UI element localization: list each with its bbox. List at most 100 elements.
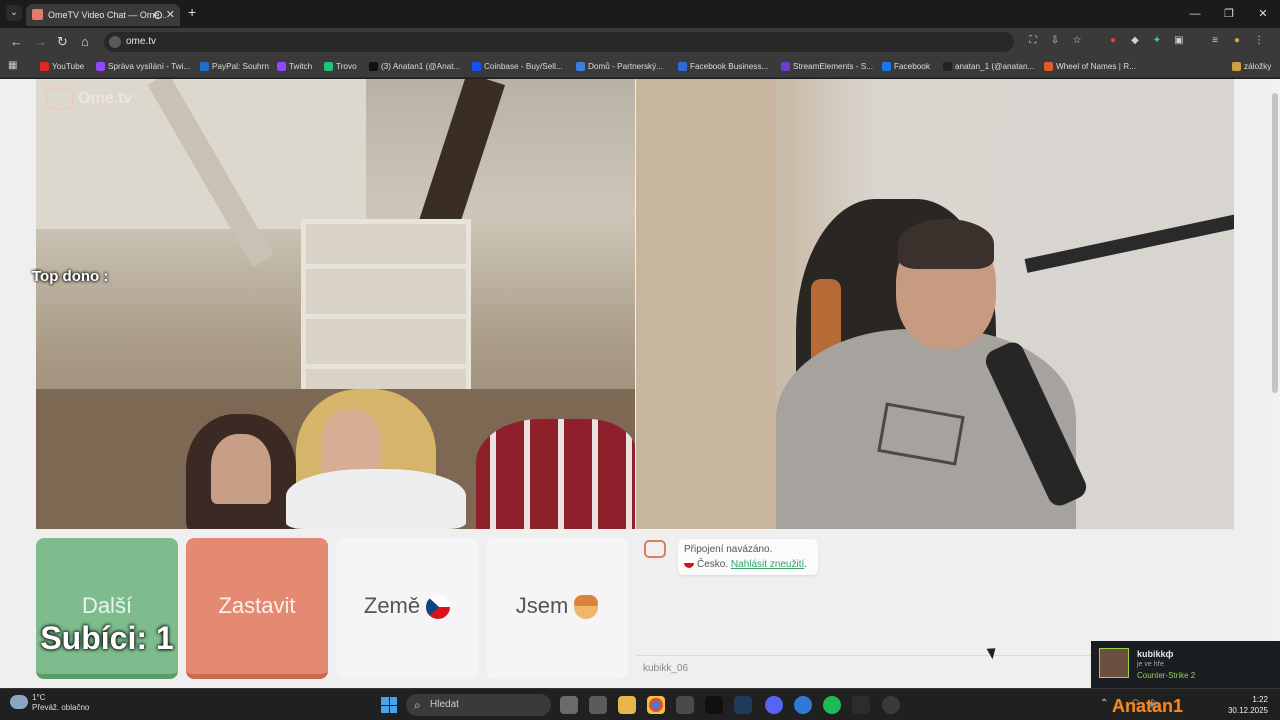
bookmark-trovo[interactable]: Trovo bbox=[324, 56, 357, 78]
terminal-icon[interactable] bbox=[705, 696, 723, 714]
chat-username: kubikk_06 bbox=[643, 663, 689, 674]
clock-date: 30.12.2025 bbox=[1227, 706, 1268, 715]
friend-game: Counter-Strike 2 bbox=[1137, 671, 1196, 680]
bookmark-partner[interactable]: Domů - Partnerský... bbox=[576, 56, 663, 78]
epic-games-icon[interactable] bbox=[852, 696, 870, 714]
file-explorer-icon[interactable] bbox=[618, 696, 636, 714]
taskbar-search[interactable]: Hledat bbox=[406, 694, 551, 716]
bookmark-facebook[interactable]: Facebook bbox=[882, 56, 930, 78]
streamer-watermark: Anatan1 bbox=[1112, 696, 1184, 716]
report-abuse-link[interactable]: Nahlásit zneužití bbox=[731, 559, 804, 570]
translate-icon[interactable]: ⛶ bbox=[1026, 34, 1040, 48]
tab-ometv[interactable]: OmeTV Video Chat — Ome... ✕ bbox=[26, 4, 180, 26]
address-bar-row: ← → ↻ ⌂ ome.tv ⛶ ⇩ ☆ ● ◆ ✦ ▣ ≡ ● ⋮ bbox=[0, 28, 1280, 56]
bookmark-threads[interactable]: anatan_1 (@anatan... bbox=[943, 56, 1034, 78]
game-notification[interactable]: kubikkф je ve hře Counter-Strike 2 bbox=[1091, 641, 1280, 688]
url-field[interactable]: ome.tv bbox=[104, 32, 1014, 52]
connected-text: Připojení navázáno. bbox=[684, 544, 773, 555]
recording-icon bbox=[154, 11, 162, 19]
task-view-icon[interactable] bbox=[560, 696, 578, 714]
video-mic-arm bbox=[1024, 213, 1234, 273]
bookmark-twitch[interactable]: Twitch bbox=[277, 56, 312, 78]
menu-kebab-icon[interactable]: ⋮ bbox=[1252, 34, 1266, 48]
home-icon[interactable]: ⌂ bbox=[81, 34, 89, 49]
bookmark-coinbase[interactable]: Coinbase - Buy/Sell... bbox=[472, 56, 563, 78]
extensions-puzzle-icon[interactable]: ▣ bbox=[1172, 34, 1186, 48]
bookmarks-folder[interactable]: záložky bbox=[1232, 56, 1271, 78]
tab-title: OmeTV Video Chat — Ome... bbox=[48, 10, 167, 20]
video-person-1-face bbox=[211, 434, 271, 504]
chrome-icon[interactable] bbox=[647, 696, 665, 714]
overlay-subs-count: Subíci: 1 bbox=[40, 620, 174, 656]
browser-tab-bar: ⌄ OmeTV Video Chat — Ome... ✕ + — ❐ ✕ bbox=[0, 0, 1280, 28]
extension-diamond-icon[interactable]: ◆ bbox=[1128, 34, 1142, 48]
close-window-button[interactable]: ✕ bbox=[1246, 0, 1280, 28]
boy-emoji-icon bbox=[574, 595, 599, 620]
bookmark-twitch-dashboard[interactable]: Správa vysílání - Twi... bbox=[96, 56, 190, 78]
new-tab-button[interactable]: + bbox=[188, 4, 196, 20]
obs-icon[interactable] bbox=[882, 696, 900, 714]
profile-avatar[interactable]: ● bbox=[1230, 34, 1244, 48]
ometv-logo[interactable]: Ome.tv bbox=[46, 88, 132, 110]
spotify-icon[interactable] bbox=[823, 696, 841, 714]
page-scrollbar[interactable] bbox=[1270, 79, 1280, 688]
discord-icon[interactable] bbox=[765, 696, 783, 714]
extension-red-icon[interactable]: ● bbox=[1106, 34, 1120, 48]
install-app-icon[interactable]: ⇩ bbox=[1048, 34, 1062, 48]
tab-search-icon[interactable]: ⌄ bbox=[6, 5, 22, 21]
windows-taskbar: 1°C Převáž. oblačno Hledat ⌃ ◌ ⌔ 🔈 1:22 … bbox=[0, 688, 1280, 720]
unity-icon[interactable] bbox=[676, 696, 694, 714]
weather-description: Převáž. oblačno bbox=[32, 703, 90, 712]
video-wall bbox=[636, 79, 776, 529]
bookmark-youtube[interactable]: YouTube bbox=[40, 56, 84, 78]
bookmarks-bar: ▦ YouTube Správa vysílání - Twi... PayPa… bbox=[0, 56, 1280, 78]
bookmark-paypal[interactable]: PayPal: Souhrn bbox=[200, 56, 269, 78]
back-icon[interactable]: ← bbox=[10, 34, 23, 49]
url-text: ome.tv bbox=[126, 36, 157, 47]
scrollbar-thumb[interactable] bbox=[1272, 93, 1278, 393]
friend-avatar bbox=[1099, 648, 1129, 678]
country-button[interactable]: Země bbox=[336, 538, 478, 679]
country-text: Česko. bbox=[697, 559, 729, 570]
video-person-2-shirt bbox=[286, 469, 466, 529]
czech-flag-small-icon bbox=[684, 558, 694, 568]
next-button[interactable]: Další bbox=[36, 538, 178, 679]
friend-status: je ve hře bbox=[1137, 661, 1164, 668]
store-icon[interactable] bbox=[589, 696, 607, 714]
bookmark-facebook-business[interactable]: Facebook Business... bbox=[678, 56, 768, 78]
gender-button[interactable]: Jsem bbox=[486, 538, 628, 679]
bookmark-x[interactable]: (3) Anatan1 (@Anat... bbox=[369, 56, 460, 78]
close-tab-icon[interactable]: ✕ bbox=[166, 4, 175, 26]
windows-start-icon[interactable] bbox=[381, 697, 397, 713]
minimize-button[interactable]: — bbox=[1178, 0, 1212, 28]
stop-button[interactable]: Zastavit bbox=[186, 538, 328, 679]
weather-temperature: 1°C bbox=[32, 693, 46, 702]
next-button-label: Další bbox=[81, 593, 133, 618]
clock-time: 1:22 bbox=[1252, 695, 1268, 704]
extension-teal-icon[interactable]: ✦ bbox=[1150, 34, 1164, 48]
bookmark-streamelements[interactable]: StreamElements - S... bbox=[781, 56, 873, 78]
apps-grid-icon[interactable]: ▦ bbox=[8, 60, 20, 72]
steam-icon[interactable] bbox=[734, 696, 752, 714]
stranger-video bbox=[36, 79, 635, 529]
app-blue-icon[interactable] bbox=[794, 696, 812, 714]
taskbar-clock[interactable]: 1:22 30.12.2025 bbox=[1228, 694, 1268, 716]
friend-name: kubikkф bbox=[1137, 649, 1174, 659]
video-blanket bbox=[476, 419, 635, 529]
reload-icon[interactable]: ↻ bbox=[57, 34, 68, 50]
country-button-label: Země bbox=[363, 593, 421, 618]
overlay-top-dono: Top dono : bbox=[32, 268, 109, 285]
stop-button-label: Zastavit bbox=[218, 593, 296, 618]
weather-widget[interactable]: 1°C Převáž. oblačno bbox=[10, 693, 89, 713]
media-control-icon[interactable]: ≡ bbox=[1208, 34, 1222, 48]
bookmark-star-icon[interactable]: ☆ bbox=[1070, 34, 1084, 48]
ometv-logo-text: Ome.tv bbox=[78, 90, 133, 108]
forward-icon[interactable]: → bbox=[34, 34, 47, 49]
site-info-icon[interactable] bbox=[109, 36, 121, 48]
system-message: Připojení navázáno. Česko. Nahlásit zneu… bbox=[678, 539, 818, 575]
bookmark-wheel-of-names[interactable]: Wheel of Names | R... bbox=[1044, 56, 1136, 78]
video-streamer-hair bbox=[898, 219, 994, 269]
ometv-tv-icon bbox=[46, 88, 74, 110]
maximize-button[interactable]: ❐ bbox=[1212, 0, 1246, 28]
ometv-favicon-icon bbox=[32, 9, 43, 20]
